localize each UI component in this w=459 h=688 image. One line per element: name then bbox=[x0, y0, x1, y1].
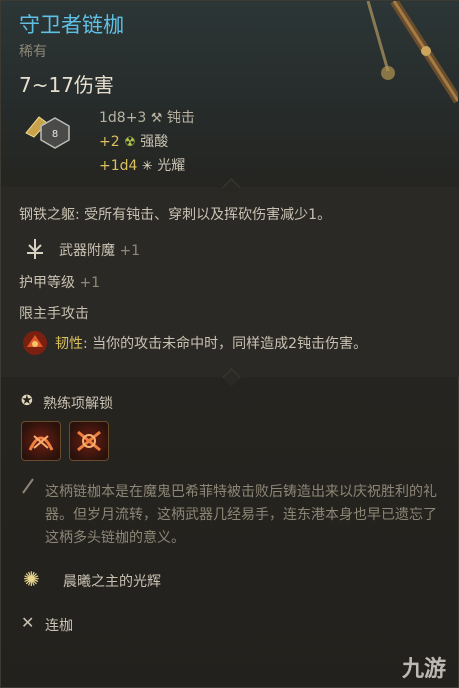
weapon-type: 连枷 bbox=[45, 618, 73, 634]
enchant-icon bbox=[27, 239, 43, 259]
acid-damage-line: +2 ☢ 强酸 bbox=[99, 131, 168, 151]
sunburst-icon: ✺ bbox=[23, 567, 40, 591]
main-hand-text: 限主手攻击 bbox=[19, 306, 89, 322]
passive-text: 钢铁之躯: 受所有钝击、穿刺以及挥砍伤害减少1。 bbox=[19, 207, 332, 223]
lightbulb-icon: ✪ bbox=[21, 393, 33, 409]
skill-slot-2[interactable] bbox=[69, 421, 109, 461]
toughness-icon bbox=[23, 331, 47, 355]
base-damage-type: 钝击 bbox=[166, 110, 195, 126]
item-name: 守卫者链枷 bbox=[19, 13, 124, 37]
radiant-bonus: +1d4 bbox=[99, 158, 138, 174]
flail-weapon-art bbox=[366, 1, 458, 104]
skill-1-icon bbox=[28, 435, 54, 451]
enchant-line: 武器附魔 +1 bbox=[59, 240, 140, 260]
acid-bonus: +2 bbox=[99, 134, 120, 150]
enchant-value: +1 bbox=[119, 243, 141, 259]
item-tooltip: 守卫者链枷 稀有 7~17伤害 8 1d8+3 ⚒ 钝击 +2 ☢ 强酸 +1d… bbox=[0, 0, 459, 688]
damage-range: 7~17伤害 bbox=[19, 73, 114, 97]
hammer-icon: ⚒ bbox=[150, 111, 163, 126]
toughness-line: 韧性: 当你的攻击未命中时，同样造成2钝击伤害。 bbox=[55, 333, 367, 353]
base-damage-line: 1d8+3 ⚒ 钝击 bbox=[99, 107, 195, 127]
radiant-damage-line: +1d4 ✳ 光耀 bbox=[99, 155, 185, 175]
toughness-label: 韧性 bbox=[55, 336, 83, 352]
spell-name[interactable]: 晨曦之主的光辉 bbox=[63, 571, 161, 591]
enchant-label: 武器附魔 bbox=[59, 243, 115, 259]
acid-type: 强酸 bbox=[140, 134, 169, 150]
radiant-type: 光耀 bbox=[157, 158, 186, 174]
toughness-text: : 当你的攻击未命中时，同样造成2钝击伤害。 bbox=[83, 336, 368, 352]
base-damage: 1d8+3 bbox=[99, 110, 147, 126]
skill-2-icon bbox=[77, 430, 101, 452]
skill-slot-1[interactable] bbox=[21, 421, 61, 461]
lore-text: 这柄链枷本是在魔鬼巴希菲特被击败后铸造出来以庆祝胜利的礼器。但岁月流转，这柄武器… bbox=[45, 484, 437, 546]
radiant-icon: ✳ bbox=[141, 159, 153, 174]
ac-value: +1 bbox=[79, 275, 101, 291]
d8-die-icon: 8 bbox=[40, 117, 70, 149]
watermark: 九游 bbox=[401, 657, 446, 682]
crossed-weapons-icon: ✕ bbox=[21, 613, 35, 632]
lore-quill-icon bbox=[22, 478, 34, 494]
die-value: 8 bbox=[52, 129, 58, 140]
ac-line: 护甲等级 +1 bbox=[19, 272, 100, 292]
item-rarity: 稀有 bbox=[19, 44, 47, 60]
acid-icon: ☢ bbox=[124, 135, 136, 150]
proficiency-label: 熟练项解锁 bbox=[43, 396, 113, 412]
ac-label: 护甲等级 bbox=[19, 275, 75, 291]
